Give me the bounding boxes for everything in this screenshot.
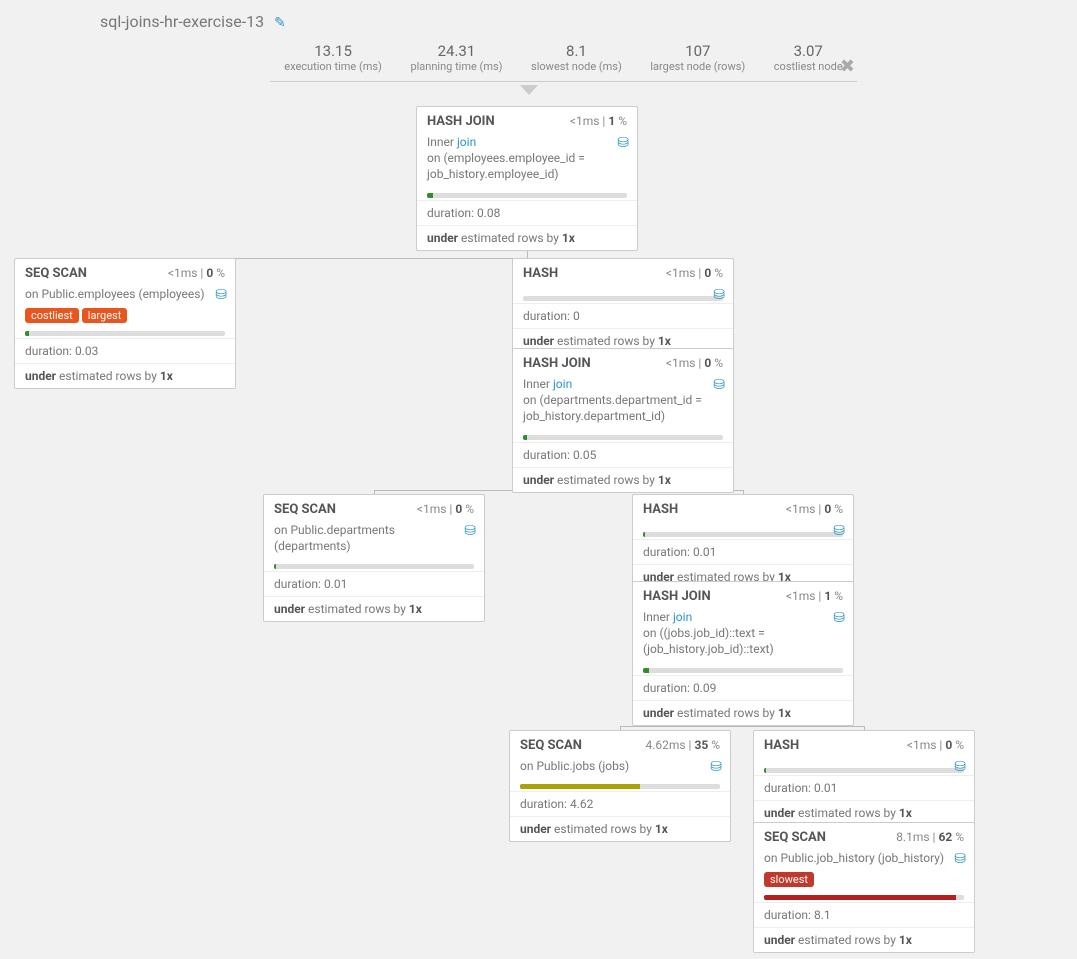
- database-icon: ⛁: [954, 758, 966, 777]
- node-stats: 4.62ms | 35 %: [645, 738, 720, 752]
- node-body: ⛁on Public.job_history (job_history): [754, 848, 974, 872]
- node-title: HASH: [764, 738, 799, 753]
- duration-row: duration: 0.01: [264, 571, 484, 596]
- node-title: SEQ SCAN: [25, 266, 87, 281]
- duration-row: duration: 0.03: [15, 338, 235, 363]
- duration-bar: [520, 784, 720, 789]
- database-icon: ⛁: [464, 522, 476, 541]
- duration-bar: [523, 435, 723, 440]
- duration-bar: [643, 532, 843, 537]
- node-hash-join-root[interactable]: HASH JOIN <1ms | 1 % ⛁Inner joinon (employ…: [416, 106, 638, 251]
- database-icon: ⛁: [713, 376, 725, 395]
- duration-row: duration: 4.62: [510, 791, 730, 816]
- node-stats: <1ms | 0 %: [907, 738, 964, 752]
- node-seq-scan-departments[interactable]: SEQ SCAN <1ms | 0 % ⛁on Public.departments…: [263, 494, 485, 622]
- metric-costliest: 3.07costliest node: [774, 42, 843, 73]
- node-stats: <1ms | 0 %: [786, 502, 843, 516]
- estimate-row: under estimated rows by 1x: [417, 225, 637, 250]
- node-hash-2[interactable]: HASH<1ms | 0 %⛁duration: 0.01under estim…: [632, 494, 854, 590]
- node-stats: <1ms | 0 %: [417, 502, 474, 516]
- node-body: ⛁on Public.jobs (jobs): [510, 756, 730, 780]
- node-stats: 8.1ms | 62 %: [896, 830, 964, 844]
- node-hash-join-3[interactable]: HASH JOIN <1ms | 1 % ⛁Inner joinon ((jobs.…: [632, 581, 854, 726]
- database-icon: ⛁: [710, 758, 722, 777]
- database-icon: ⛁: [617, 134, 629, 153]
- badge-slowest: slowest: [764, 872, 814, 887]
- estimate-row: under estimated rows by 1x: [633, 700, 853, 725]
- duration-bar: [427, 193, 627, 198]
- duration-row: duration: 8.1: [754, 902, 974, 927]
- metric-planning: 24.31planning time (ms): [410, 42, 502, 73]
- node-seq-scan-job-history[interactable]: SEQ SCAN 8.1ms | 62 % ⛁on Public.job_histo…: [753, 822, 975, 953]
- node-body: ⛁Inner joinon ((jobs.job_id)::text = (jo…: [633, 607, 853, 664]
- node-stats: <1ms | 0 %: [168, 266, 225, 280]
- database-icon: ⛁: [833, 522, 845, 541]
- duration-bar: [764, 768, 964, 773]
- node-title: HASH: [643, 502, 678, 517]
- duration-bar: [764, 895, 964, 900]
- duration-row: duration: 0.09: [633, 675, 853, 700]
- node-body: ⛁: [754, 756, 974, 764]
- node-body: ⛁Inner joinon (departments.department_id…: [513, 374, 733, 431]
- node-stats: <1ms | 0 %: [666, 266, 723, 280]
- node-title: HASH JOIN: [523, 356, 591, 371]
- node-title: HASH JOIN: [427, 114, 495, 129]
- estimate-row: under estimated rows by 1x: [754, 927, 974, 952]
- node-body: ⛁Inner joinon (employees.employee_id = j…: [417, 132, 637, 189]
- duration-bar: [274, 564, 474, 569]
- node-body: ⛁on Public.employees (employees): [15, 284, 235, 308]
- database-icon: ⛁: [215, 286, 227, 305]
- node-body: ⛁: [513, 284, 733, 292]
- node-title: SEQ SCAN: [520, 738, 582, 753]
- node-title: SEQ SCAN: [274, 502, 336, 517]
- metrics-bar: 13.15execution time (ms) 24.31planning t…: [270, 42, 857, 82]
- node-title: SEQ SCAN: [764, 830, 826, 845]
- duration-bar: [523, 296, 723, 301]
- database-icon: ⛁: [833, 609, 845, 628]
- node-stats: <1ms | 1 %: [786, 589, 843, 603]
- estimate-row: under estimated rows by 1x: [513, 467, 733, 492]
- node-seq-scan-jobs[interactable]: SEQ SCAN 4.62ms | 35 % ⛁on Public.jobs (jo…: [509, 730, 731, 842]
- node-title: HASH JOIN: [643, 589, 711, 604]
- metric-execution: 13.15execution time (ms): [284, 42, 382, 73]
- edit-icon[interactable]: ✎: [274, 15, 286, 31]
- node-body: ⛁on Public.departments (departments): [264, 520, 484, 560]
- duration-row: duration: 0.01: [754, 775, 974, 800]
- node-hash-join-2[interactable]: HASH JOIN <1ms | 0 % ⛁Inner joinon (depart…: [512, 348, 734, 493]
- node-hash-1[interactable]: HASH<1ms | 0 %⛁duration: 0under estimate…: [512, 258, 734, 354]
- node-stats: <1ms | 0 %: [666, 356, 723, 370]
- node-seq-scan-employees[interactable]: SEQ SCAN <1ms | 0 % ⛁on Public.employees (…: [14, 258, 236, 389]
- metric-largest: 107largest node (rows): [650, 42, 745, 73]
- database-icon: ⛁: [954, 850, 966, 869]
- node-stats: <1ms | 1 %: [570, 114, 627, 128]
- close-icon[interactable]: ✖: [840, 56, 855, 77]
- duration-row: duration: 0.05: [513, 442, 733, 467]
- duration-row: duration: 0.01: [633, 539, 853, 564]
- duration-row: duration: 0: [513, 303, 733, 328]
- node-hash-3[interactable]: HASH<1ms | 0 %⛁duration: 0.01under estim…: [753, 730, 975, 826]
- duration-bar: [643, 668, 843, 673]
- database-icon: ⛁: [713, 286, 725, 305]
- page-title: sql-joins-hr-exercise-13 ✎: [100, 12, 286, 31]
- estimate-row: under estimated rows by 1x: [264, 596, 484, 621]
- node-body: ⛁: [633, 520, 853, 528]
- badge-costliest: costliest: [25, 308, 79, 323]
- duration-row: duration: 0.08: [417, 200, 637, 225]
- node-title: HASH: [523, 266, 558, 281]
- duration-bar: [25, 331, 225, 336]
- estimate-row: under estimated rows by 1x: [15, 363, 235, 388]
- metric-slowest: 8.1slowest node (ms): [531, 42, 622, 73]
- chevron-down-icon: [520, 85, 538, 95]
- badge-largest: largest: [82, 308, 128, 323]
- estimate-row: under estimated rows by 1x: [510, 816, 730, 841]
